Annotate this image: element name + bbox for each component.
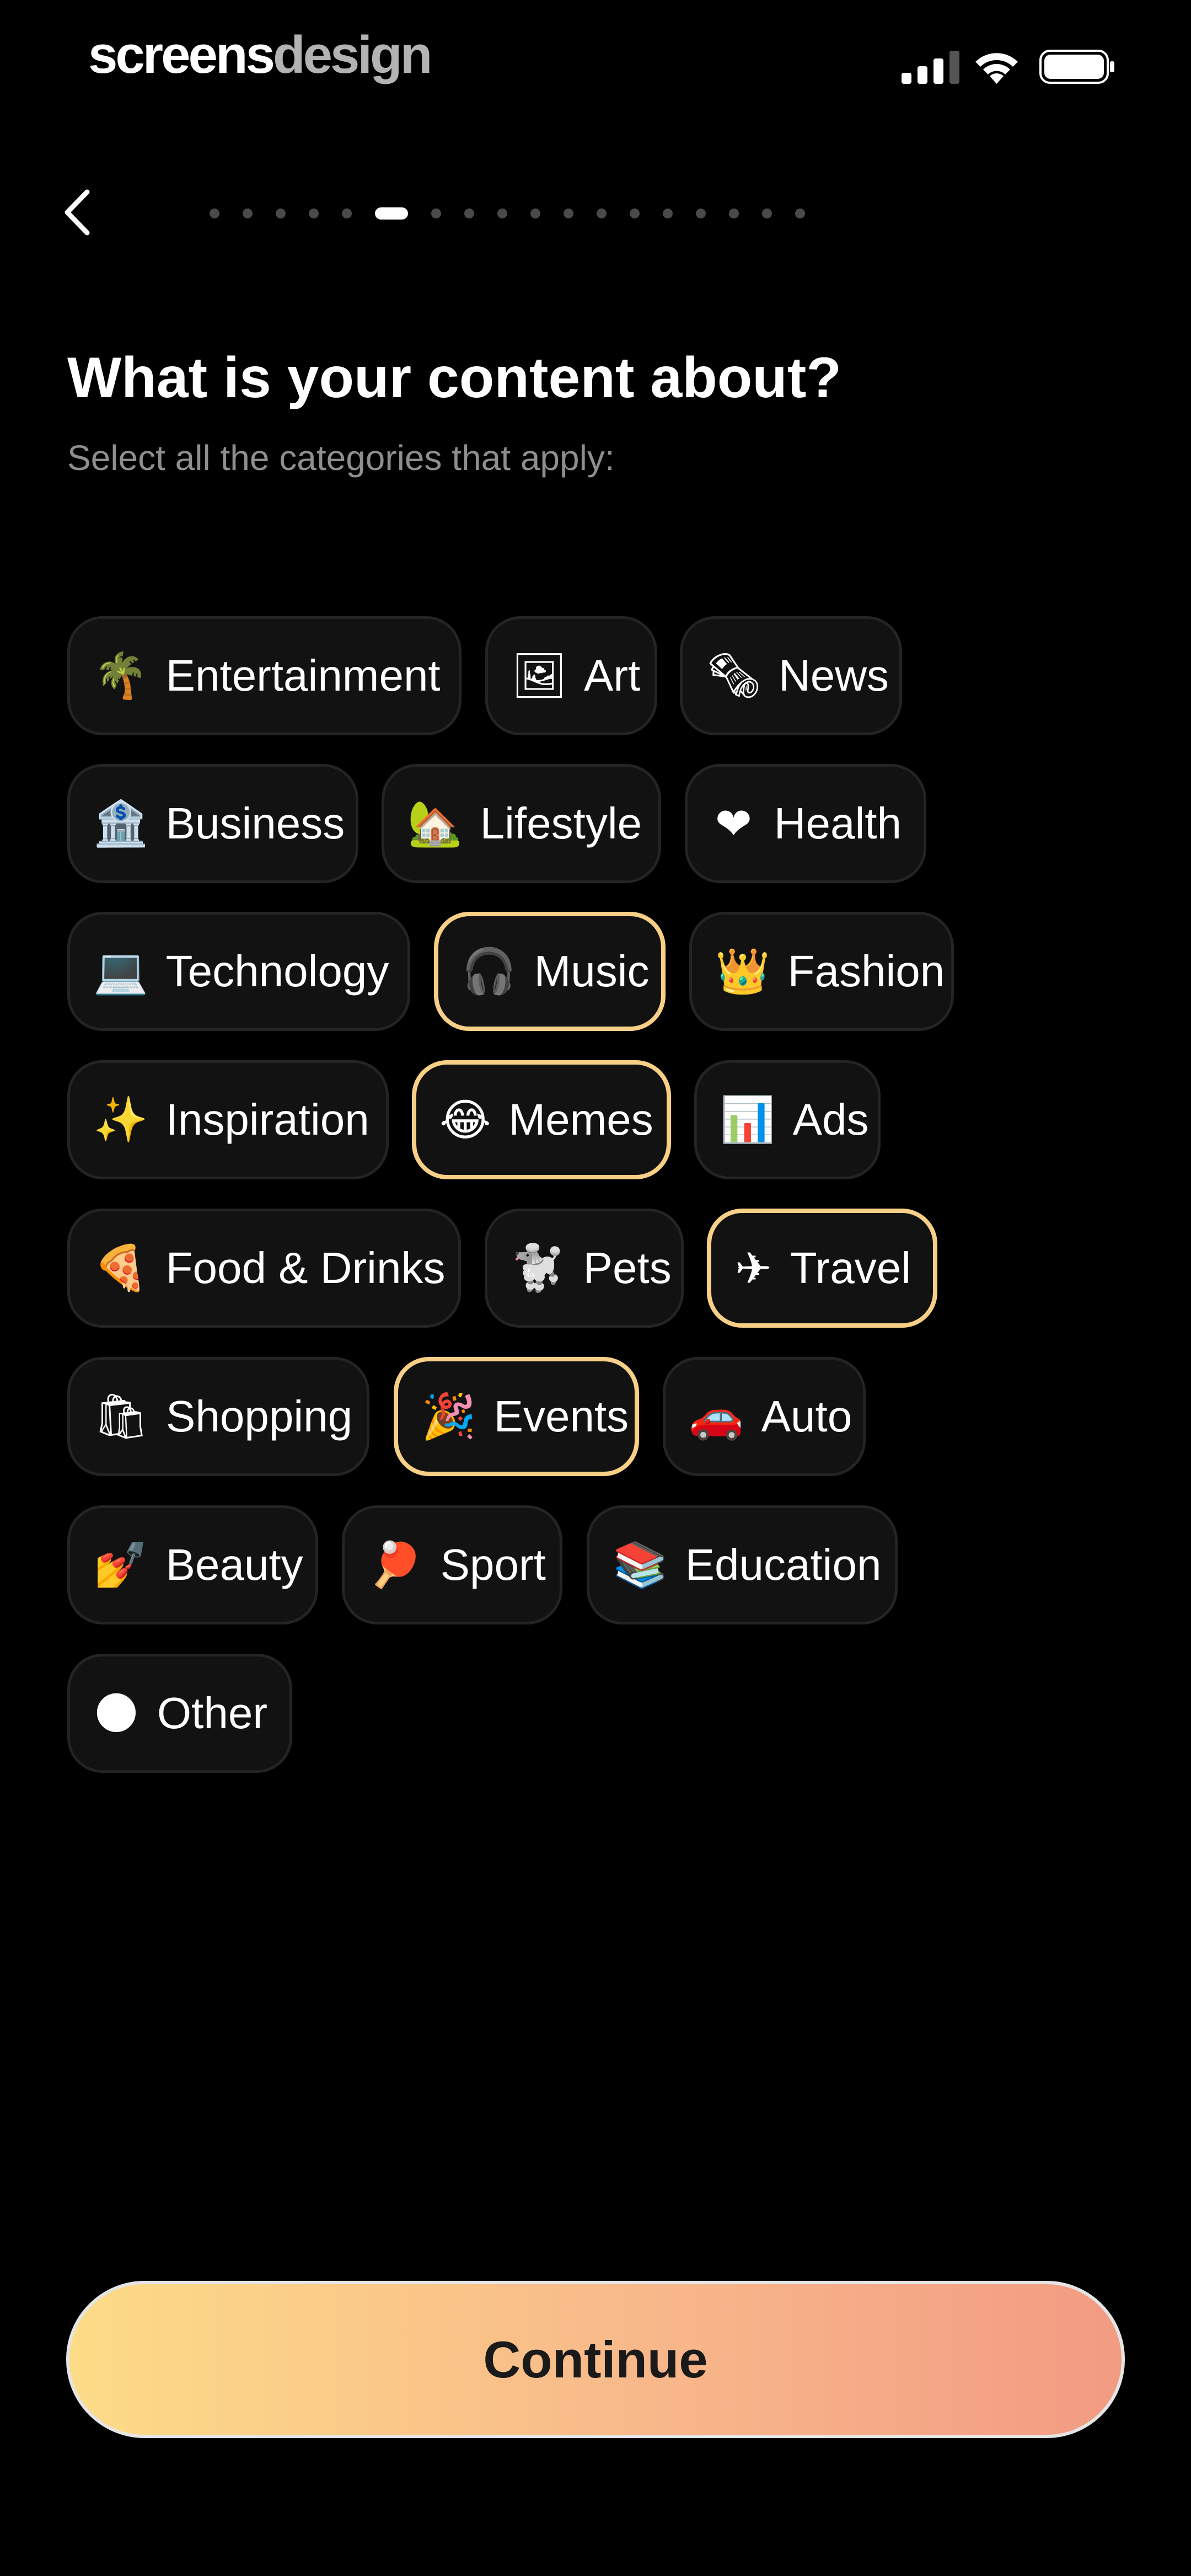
category-chip-shopping[interactable]: 🛍 Shopping [67, 1357, 369, 1476]
page-subtitle: Select all the categories that apply: [67, 438, 615, 478]
category-chip-fashion[interactable]: 👑 Fashion [689, 912, 954, 1031]
category-chip-food-drinks[interactable]: 🍕 Food & Drinks [67, 1209, 461, 1328]
category-chip-entertainment[interactable]: 🌴 Entertainment [67, 616, 462, 735]
progress-dot [630, 209, 640, 218]
category-chip-other[interactable]: 🌑 Other [67, 1654, 292, 1773]
chip-label: Education [685, 1540, 882, 1589]
category-chip-education[interactable]: 📚 Education [587, 1505, 898, 1624]
brand-logo-part-1: screens [88, 25, 275, 84]
progress-dot [795, 209, 805, 218]
category-chip-inspiration[interactable]: ✨ Inspiration [67, 1060, 389, 1179]
progress-dot [762, 209, 772, 218]
shopping-bags-icon: 🛍 [93, 1391, 149, 1442]
headphones-icon: 🎧 [462, 945, 517, 997]
ping-pong-icon: 🏓 [368, 1539, 423, 1590]
sparkles-icon: ✨ [93, 1094, 148, 1145]
pizza-icon: 🍕 [93, 1242, 148, 1294]
category-chip-music[interactable]: 🎧 Music [434, 912, 666, 1031]
chip-label: Travel [790, 1243, 911, 1292]
chip-label: News [779, 651, 889, 700]
chip-label: Entertainment [165, 651, 441, 700]
category-chip-art[interactable]: 🖼 Art [485, 616, 657, 735]
status-bar: screensdesign [0, 0, 1191, 110]
airplane-icon: ✈ [734, 1242, 772, 1294]
progress-dot [564, 209, 573, 218]
chip-label: Events [493, 1392, 629, 1441]
brand-logo-part-2: design [272, 25, 432, 84]
category-chip-sport[interactable]: 🏓 Sport [342, 1505, 562, 1624]
progress-dot-active [375, 207, 408, 220]
poodle-icon: 🐩 [511, 1242, 566, 1294]
chip-label: Food & Drinks [165, 1243, 446, 1292]
crown-icon: 👑 [715, 945, 770, 997]
heart-icon: ❤ [715, 798, 752, 849]
progress-dot [597, 209, 607, 218]
progress-dot [243, 209, 253, 218]
bank-icon: 🏦 [93, 798, 148, 849]
category-chip-health[interactable]: ❤ Health [685, 764, 926, 883]
progress-dot [663, 209, 673, 218]
chip-label: Other [157, 1688, 267, 1738]
category-chip-events[interactable]: 🎉 Events [394, 1357, 639, 1476]
category-chip-ads[interactable]: 📊 Ads [694, 1060, 881, 1179]
progress-dot [210, 209, 219, 218]
category-chip-technology[interactable]: 💻 Technology [67, 912, 410, 1031]
progress-dot [530, 209, 540, 218]
cellular-signal-icon [902, 51, 959, 84]
progress-dot [696, 209, 706, 218]
category-chip-auto[interactable]: 🚗 Auto [663, 1357, 866, 1476]
category-chip-beauty[interactable]: 💅 Beauty [67, 1505, 318, 1624]
chip-label: Business [165, 799, 345, 848]
chevron-left-icon [65, 189, 90, 236]
back-button[interactable] [55, 182, 99, 243]
chip-label: Auto [761, 1392, 852, 1441]
category-chip-travel[interactable]: ✈ Travel [707, 1209, 937, 1328]
car-icon: 🚗 [689, 1391, 744, 1442]
brand-logo: screensdesign [88, 22, 432, 88]
progress-dot [309, 209, 319, 218]
chip-label: Memes [508, 1095, 653, 1144]
continue-button-label: Continue [483, 2330, 708, 2388]
wifi-icon [975, 53, 1018, 84]
progress-dot [729, 209, 739, 218]
category-chip-business[interactable]: 🏦 Business [67, 764, 358, 883]
progress-dot [464, 209, 474, 218]
newspaper-icon: 🗞 [706, 650, 762, 701]
chip-label: Health [774, 799, 902, 848]
nail-polish-icon: 💅 [93, 1539, 148, 1590]
chip-label: Lifestyle [480, 799, 642, 848]
chip-label: Shopping [166, 1392, 353, 1441]
category-chip-memes[interactable]: 😂 Memes [412, 1060, 671, 1179]
category-chip-pets[interactable]: 🐩 Pets [485, 1209, 684, 1328]
progress-dot [431, 209, 441, 218]
chip-label: Music [534, 947, 650, 996]
chip-label: Technology [165, 947, 389, 996]
chip-label: Sport [440, 1540, 546, 1589]
page-title: What is your content about? [67, 346, 841, 410]
books-icon: 📚 [613, 1539, 668, 1590]
category-chip-news[interactable]: 🗞 News [680, 616, 902, 735]
chip-label: Pets [583, 1243, 672, 1292]
battery-icon [1039, 50, 1114, 84]
progress-dot [276, 209, 286, 218]
progress-dot [497, 209, 507, 218]
progress-dot [342, 209, 352, 218]
chip-label: Ads [792, 1095, 869, 1144]
new-moon-icon: 🌑 [93, 1687, 140, 1739]
laptop-icon: 💻 [93, 945, 148, 997]
continue-button[interactable]: Continue [66, 2281, 1125, 2438]
chip-label: Fashion [787, 947, 945, 996]
laughing-face-icon: 😂 [439, 1094, 491, 1146]
category-chip-lifestyle[interactable]: 🏡 Lifestyle [382, 764, 661, 883]
chip-label: Beauty [165, 1540, 303, 1589]
party-popper-icon: 🎉 [421, 1391, 476, 1442]
progress-indicator [210, 205, 828, 222]
house-icon: 🏡 [407, 798, 463, 849]
bar-chart-icon: 📊 [720, 1094, 775, 1145]
chip-label: Art [584, 651, 641, 700]
framed-picture-icon: 🖼 [511, 650, 567, 701]
palm-tree-icon: 🌴 [93, 650, 148, 701]
chip-label: Inspiration [165, 1095, 369, 1144]
